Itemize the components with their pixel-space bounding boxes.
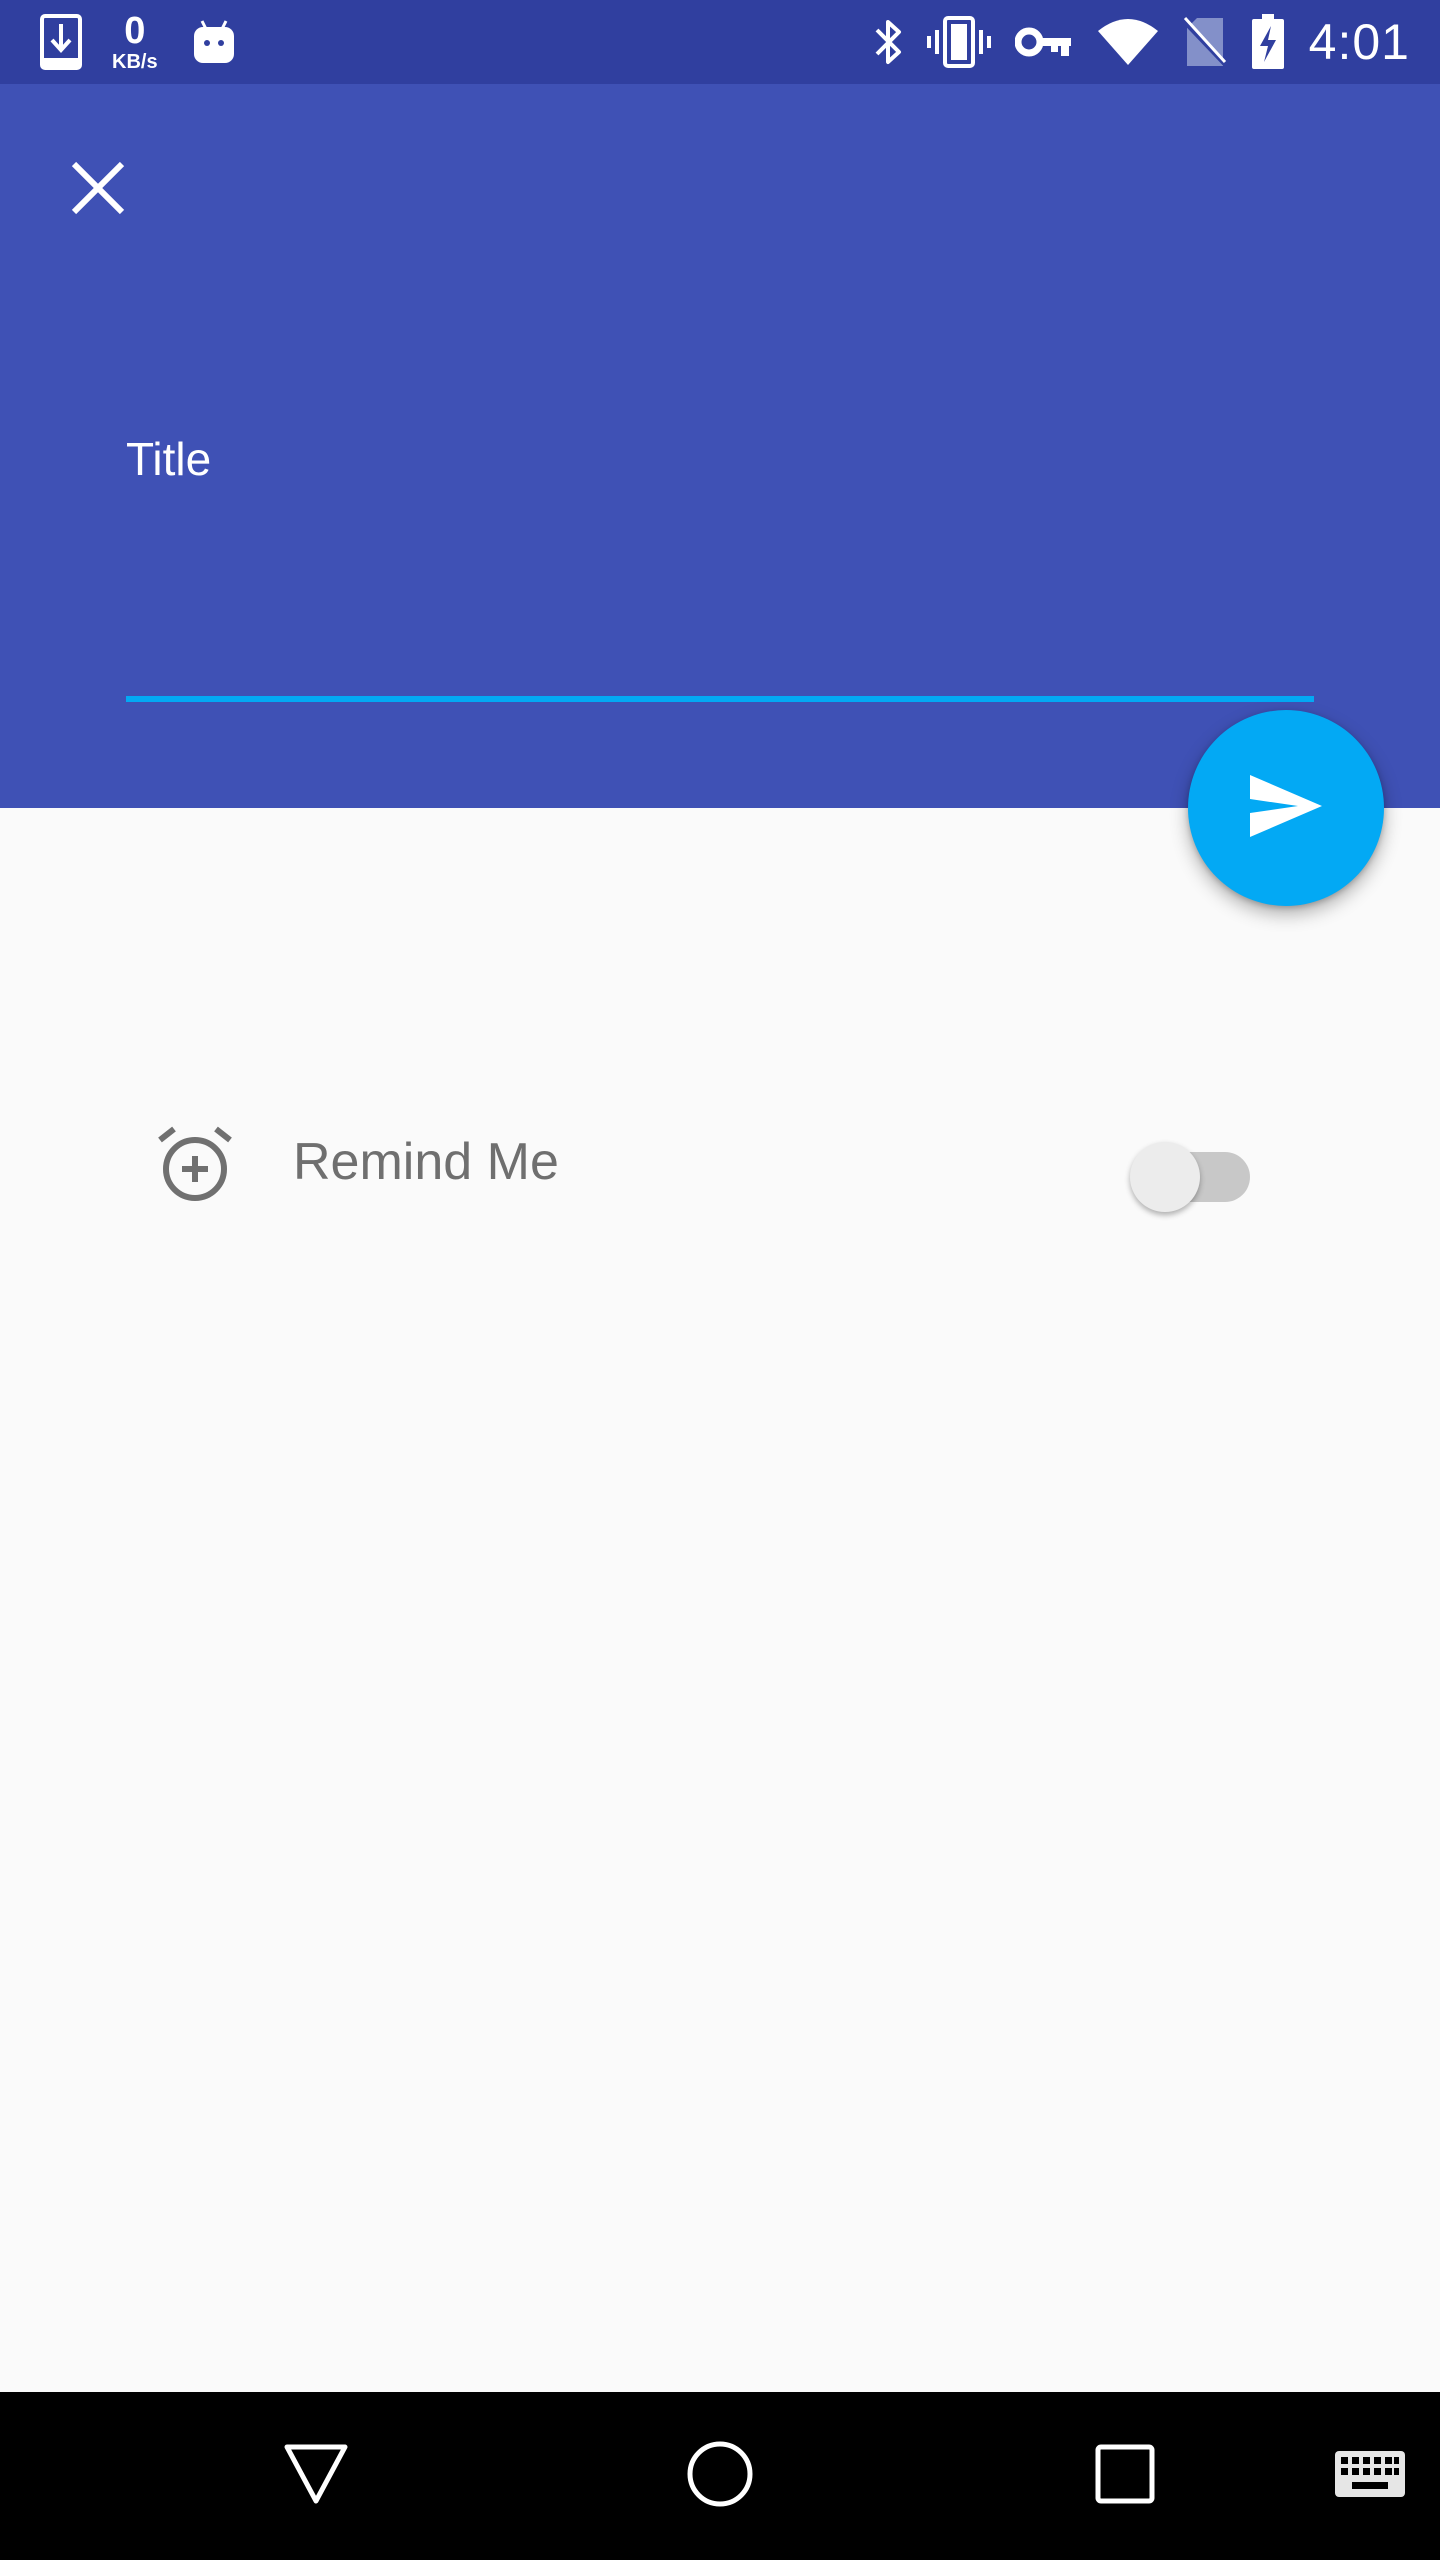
network-speed-value: 0 — [124, 10, 146, 52]
remind-me-row[interactable]: Remind Me — [0, 1110, 1440, 1220]
title-input[interactable] — [126, 512, 1314, 572]
title-field[interactable]: Title — [126, 432, 1314, 702]
title-underline — [126, 696, 1314, 702]
recents-icon — [1095, 2444, 1155, 2509]
recents-button[interactable] — [1075, 2426, 1175, 2526]
remind-me-switch[interactable] — [1128, 1128, 1252, 1212]
vibrate-icon — [926, 16, 991, 68]
navigation-bar — [0, 2392, 1440, 2560]
title-label: Title — [126, 433, 212, 485]
status-clock: 4:01 — [1308, 14, 1410, 70]
switch-thumb — [1130, 1142, 1200, 1212]
send-button[interactable] — [1188, 710, 1384, 906]
keyboard-icon — [1334, 2450, 1406, 2503]
status-bar: 0 KB/s 4:01 — [0, 0, 1440, 84]
close-icon — [70, 160, 126, 221]
status-bar-left: 0 KB/s — [40, 0, 266, 84]
close-button[interactable] — [58, 150, 138, 230]
header: Title — [0, 84, 1440, 808]
send-icon — [1248, 773, 1324, 844]
download-icon — [40, 14, 82, 70]
bluetooth-icon — [873, 16, 903, 68]
battery-charging-icon — [1251, 14, 1285, 70]
home-button[interactable] — [670, 2426, 770, 2526]
back-button[interactable] — [266, 2426, 366, 2526]
network-speed-unit: KB/s — [112, 51, 158, 73]
status-bar-right: 4:01 — [849, 0, 1410, 84]
remind-me-label: Remind Me — [293, 1133, 559, 1191]
wifi-icon — [1097, 17, 1159, 67]
keyboard-button[interactable] — [1320, 2426, 1420, 2526]
vpn-key-icon — [1014, 25, 1073, 59]
android-icon — [192, 19, 236, 65]
home-icon — [686, 2440, 754, 2513]
no-sim-icon — [1182, 16, 1227, 68]
network-speed: 0 KB/s — [112, 12, 158, 72]
alarm-add-icon — [156, 1126, 234, 1204]
back-icon — [283, 2443, 349, 2510]
